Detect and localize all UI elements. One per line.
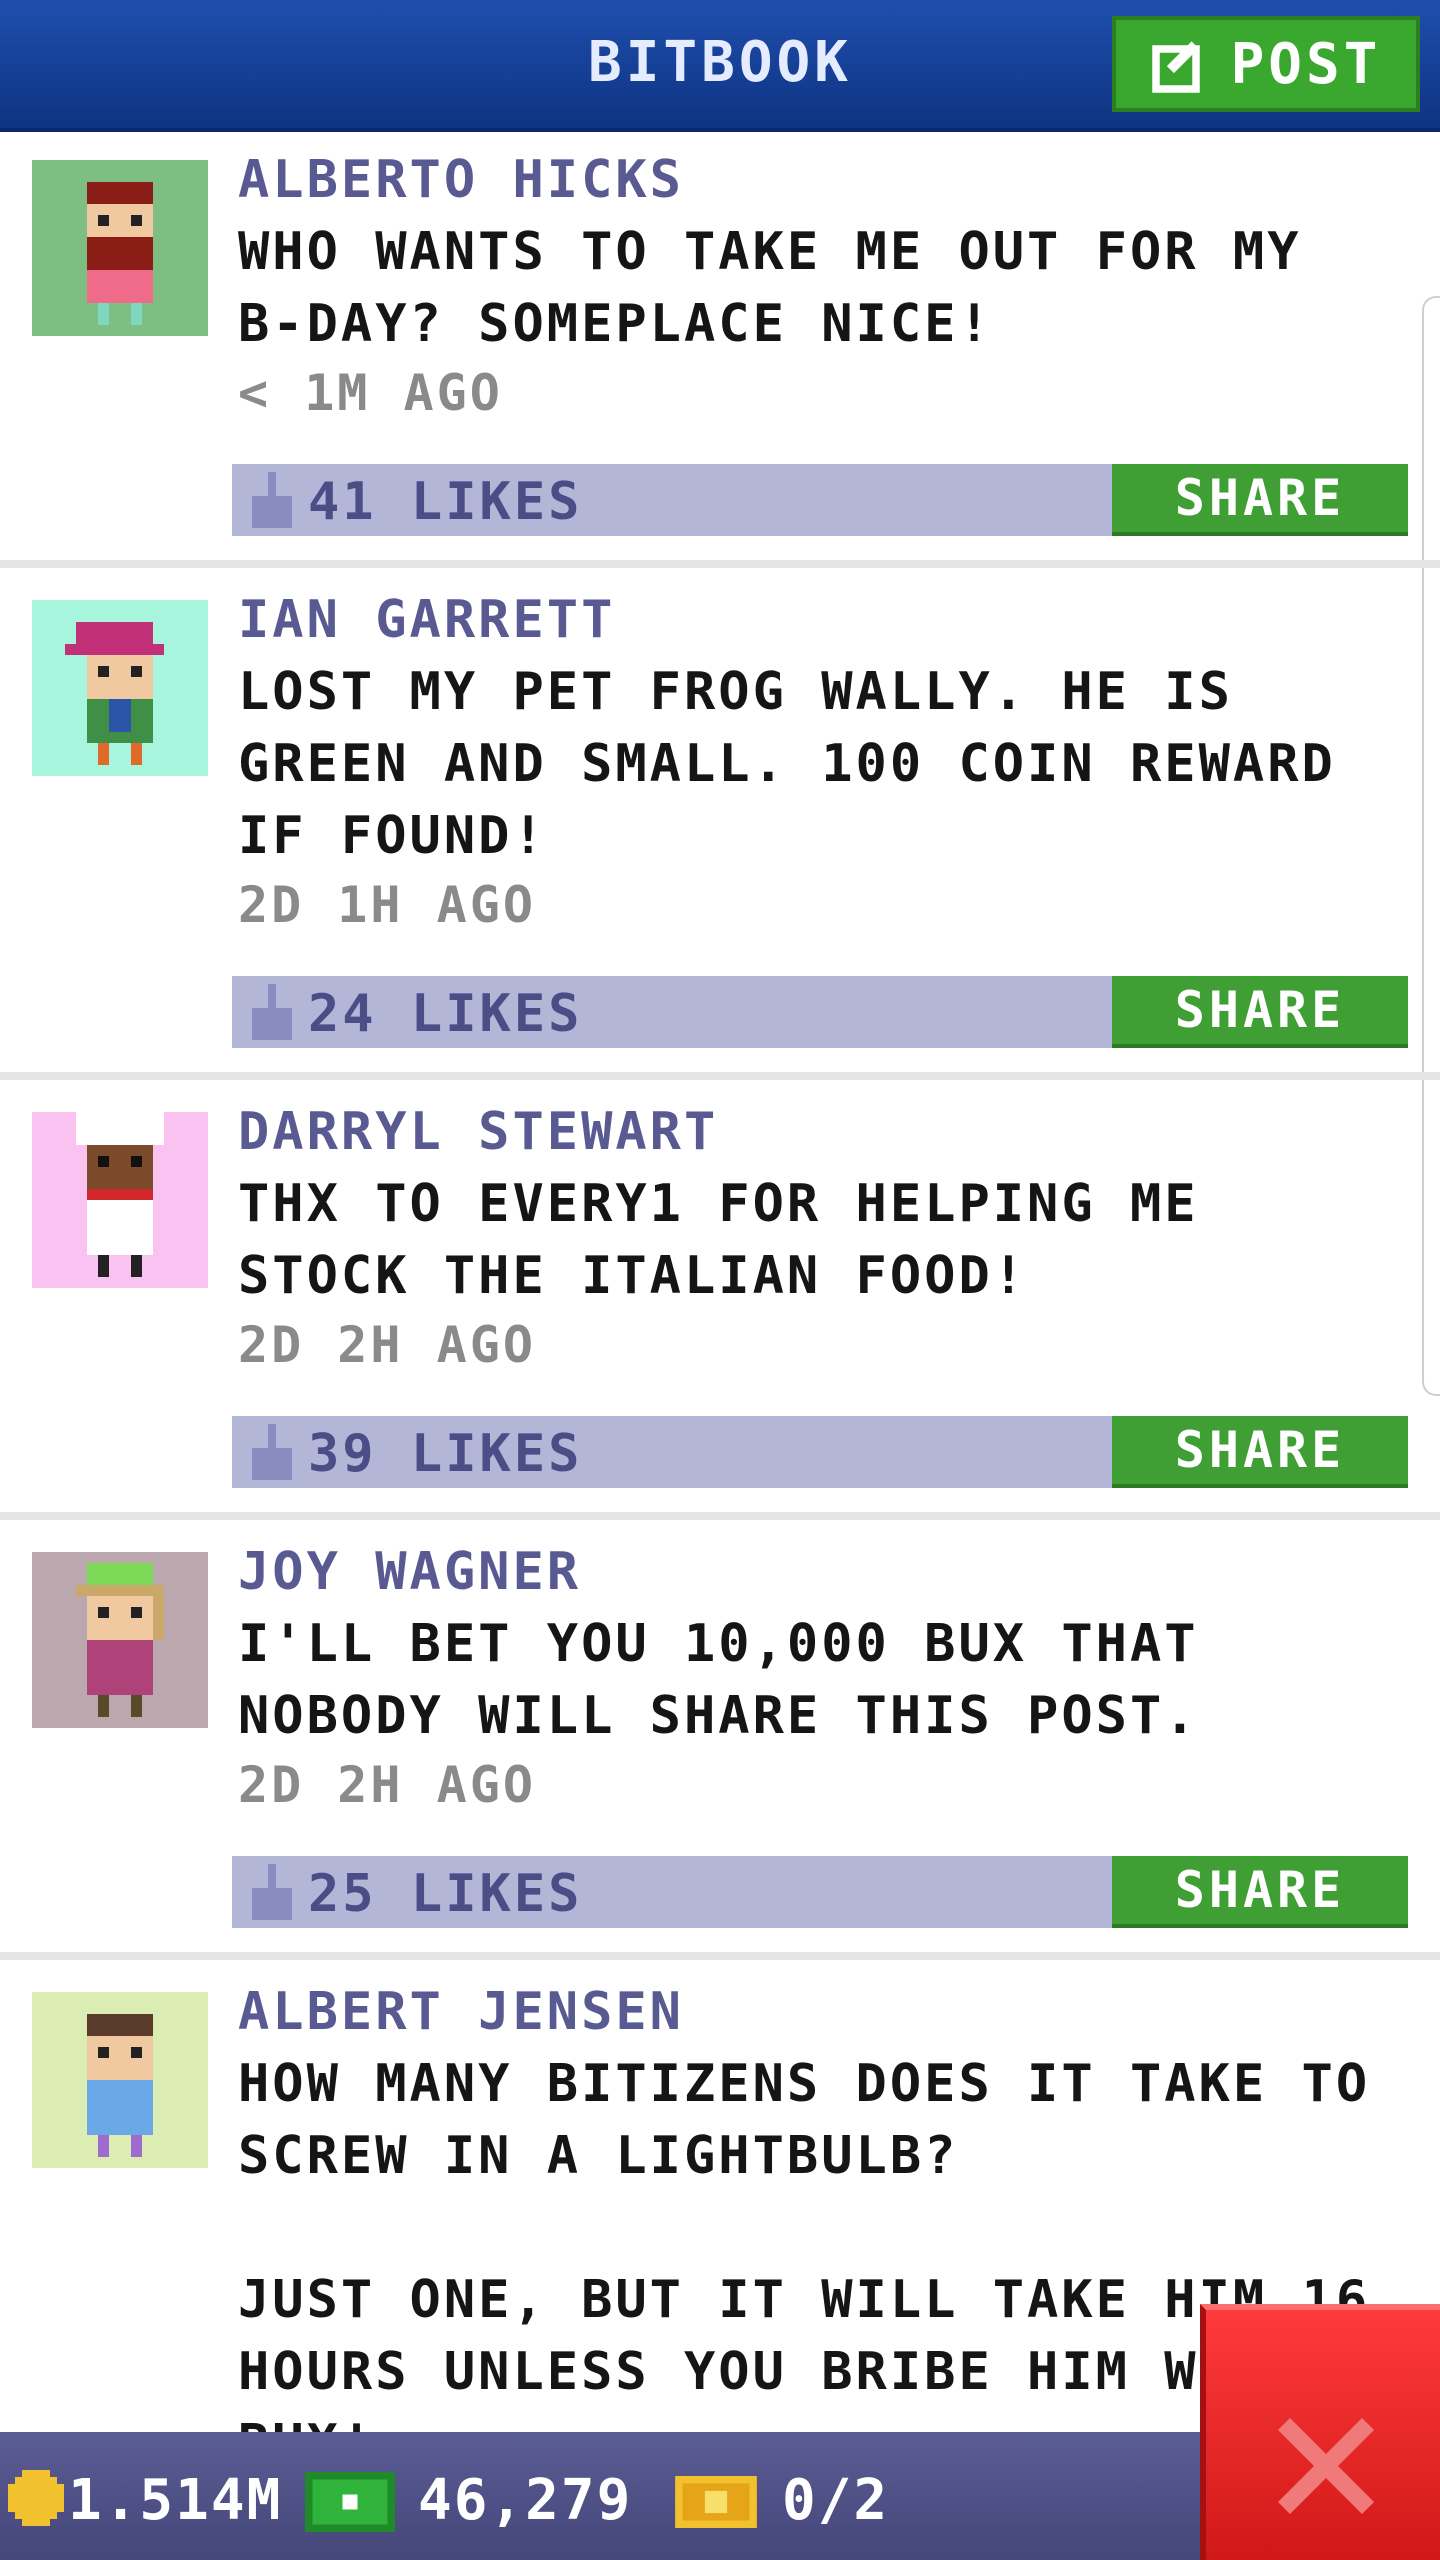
post-timestamp: 2D 1H AGO [238, 876, 536, 934]
thumbs-up-icon [252, 984, 292, 1040]
thumbs-up-icon [252, 472, 292, 528]
divider [0, 1072, 1440, 1080]
likes-count: 25 LIKES [308, 1864, 583, 1924]
feed-post: IAN GARRETT LOST MY PET FROG WALLY. HE I… [0, 568, 1440, 1080]
feed-post: JOY WAGNER I'LL BET YOU 10,000 BUX THAT … [0, 1520, 1440, 1960]
likes-count: 39 LIKES [308, 1424, 583, 1484]
likes-bar[interactable]: 41 LIKES SHARE [232, 464, 1408, 536]
feed-post: ALBERTO HICKS WHO WANTS TO TAKE ME OUT F… [0, 132, 1440, 568]
close-button[interactable] [1200, 2304, 1440, 2560]
likes-bar[interactable]: 24 LIKES SHARE [232, 976, 1408, 1048]
post-timestamp: 2D 2H AGO [238, 1316, 536, 1374]
likes-count: 24 LIKES [308, 984, 583, 1044]
share-button[interactable]: SHARE [1112, 1416, 1408, 1488]
post-text: LOST MY PET FROG WALLY. HE IS GREEN AND … [238, 662, 1336, 866]
ticket-count: 0/2 [782, 2468, 890, 2533]
share-button[interactable]: SHARE [1112, 1856, 1408, 1928]
post-author[interactable]: JOY WAGNER [238, 1542, 581, 1602]
post-button-label: POST [1230, 31, 1382, 97]
post-text: THX TO EVERY1 FOR HELPING ME STOCK THE I… [238, 1174, 1199, 1306]
post-text: I'LL BET YOU 10,000 BUX THAT NOBODY WILL… [238, 1614, 1199, 1746]
post-text: WHO WANTS TO TAKE ME OUT FOR MY B-DAY? S… [238, 222, 1302, 354]
ticket-icon [675, 2476, 757, 2528]
close-icon [1278, 2418, 1374, 2514]
coins-count: 1.514M [68, 2468, 283, 2533]
thumbs-up-icon [252, 1864, 292, 1920]
likes-count: 41 LIKES [308, 472, 583, 532]
post-button[interactable]: POST [1112, 16, 1420, 112]
bux-icon [305, 2472, 395, 2532]
avatar[interactable] [32, 600, 208, 776]
thumbs-up-icon [252, 1424, 292, 1480]
avatar[interactable] [32, 1552, 208, 1728]
compose-icon [1151, 41, 1200, 93]
post-author[interactable]: ALBERTO HICKS [238, 150, 684, 210]
post-timestamp: 2D 2H AGO [238, 1756, 536, 1814]
post-author[interactable]: DARRYL STEWART [238, 1102, 718, 1162]
likes-bar[interactable]: 39 LIKES SHARE [232, 1416, 1408, 1488]
avatar[interactable] [32, 1992, 208, 2168]
share-button[interactable]: SHARE [1112, 976, 1408, 1048]
avatar[interactable] [32, 1112, 208, 1288]
app-header: BITBOOK POST [0, 0, 1440, 132]
post-author[interactable]: IAN GARRETT [238, 590, 615, 650]
post-author[interactable]: ALBERT JENSEN [238, 1982, 684, 2042]
bux-count: 46,279 [418, 2468, 633, 2533]
divider [0, 1512, 1440, 1520]
feed-post: DARRYL STEWART THX TO EVERY1 FOR HELPING… [0, 1080, 1440, 1520]
likes-bar[interactable]: 25 LIKES SHARE [232, 1856, 1408, 1928]
share-button[interactable]: SHARE [1112, 464, 1408, 536]
divider [0, 560, 1440, 568]
coin-icon [8, 2470, 64, 2526]
divider [0, 1952, 1440, 1960]
avatar[interactable] [32, 160, 208, 336]
post-timestamp: < 1M AGO [238, 364, 503, 422]
